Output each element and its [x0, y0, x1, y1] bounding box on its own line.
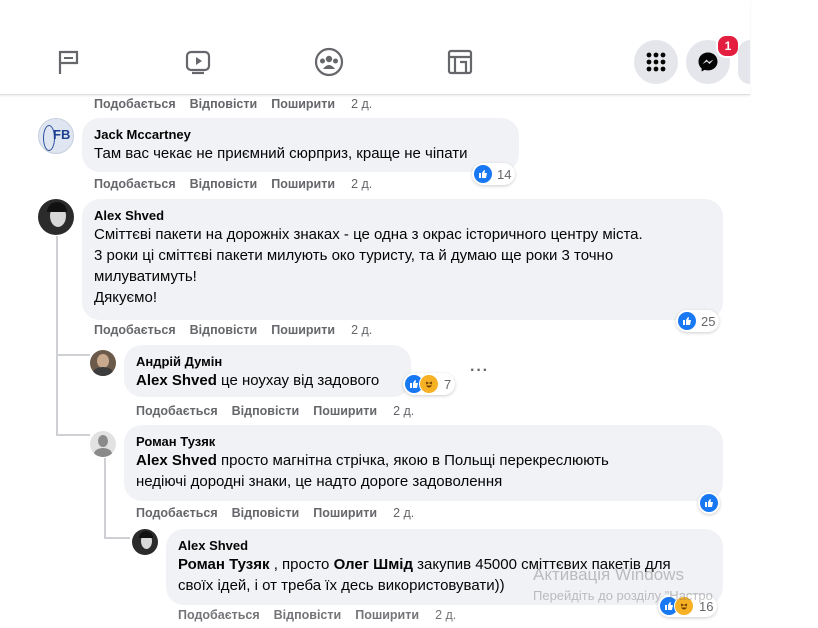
windows-activation-watermark-title: Активація Windows: [533, 565, 684, 584]
mention-link[interactable]: Alex Shved: [136, 452, 217, 469]
messenger-icon: [698, 52, 718, 72]
reaction-summary[interactable]: 7: [403, 373, 456, 395]
timestamp[interactable]: 2 д.: [393, 404, 414, 418]
comment-text: просто магнітна стрічка, якою в Польщі п…: [216, 452, 609, 469]
reaction-count: 25: [701, 313, 716, 329]
groups-icon[interactable]: [311, 44, 347, 80]
share-link[interactable]: Поширити: [355, 608, 419, 622]
comment-author[interactable]: Роман Тузяк: [136, 433, 711, 450]
account-button[interactable]: [738, 40, 750, 84]
reaction-count: 14: [497, 166, 512, 182]
like-reaction-icon: [700, 494, 718, 512]
thread-line: [104, 537, 130, 539]
like-link[interactable]: Подобається: [94, 97, 176, 111]
share-link[interactable]: Поширити: [271, 323, 335, 337]
comment-text-line: недіючі дородні знаки, це надто дороге з…: [136, 473, 503, 490]
timestamp[interactable]: 2 д.: [351, 323, 372, 337]
avatar[interactable]: [90, 350, 116, 376]
comment-text: , просто: [269, 556, 334, 573]
comment-actions: Подобається Відповісти Поширити 2 д.: [178, 608, 470, 622]
share-link[interactable]: Поширити: [313, 404, 377, 418]
reaction-count: 7: [444, 376, 452, 392]
like-link[interactable]: Подобається: [136, 506, 218, 520]
timestamp[interactable]: 2 д.: [351, 177, 372, 191]
like-link[interactable]: Подобається: [136, 404, 218, 418]
messenger-button[interactable]: 1: [686, 34, 740, 84]
comment-bubble: Роман Тузяк Alex Shved просто магнітна с…: [124, 425, 723, 501]
comment-author[interactable]: Jack Mccartney: [94, 126, 507, 143]
flag-icon[interactable]: [50, 44, 86, 80]
like-link[interactable]: Подобається: [94, 177, 176, 191]
reply-link[interactable]: Відповісти: [232, 404, 300, 418]
avatar[interactable]: [38, 199, 74, 235]
like-reaction-icon: [678, 312, 696, 330]
comment-bubble: Alex Shved Сміттєві пакети на дорожніх з…: [82, 199, 723, 320]
menu-grid-button[interactable]: [634, 40, 678, 84]
thread-line: [56, 434, 90, 436]
comment-actions: Подобається Відповісти Поширити 2 д.: [94, 97, 386, 111]
share-link[interactable]: Поширити: [271, 97, 335, 111]
reaction-summary[interactable]: 14: [472, 163, 516, 185]
reply-link[interactable]: Відповісти: [190, 97, 258, 111]
reply-link[interactable]: Відповісти: [232, 506, 300, 520]
reply-link[interactable]: Відповісти: [274, 608, 342, 622]
comment-actions: Подобається Відповісти Поширити 2 д.: [136, 404, 428, 418]
reaction-summary[interactable]: 25: [676, 310, 720, 332]
avatar[interactable]: [90, 431, 116, 457]
comment-author[interactable]: Alex Shved: [178, 537, 711, 554]
video-play-icon[interactable]: [180, 44, 216, 80]
mention-link[interactable]: Олег Шмід: [334, 556, 413, 573]
share-link[interactable]: Поширити: [313, 506, 377, 520]
timestamp[interactable]: 2 д.: [351, 97, 372, 111]
like-link[interactable]: Подобається: [178, 608, 260, 622]
comment-text: Там вас чекає не приємний сюрприз, краще…: [94, 145, 468, 162]
comment-actions: Подобається Відповісти Поширити 2 д.: [136, 506, 428, 520]
avatar[interactable]: [132, 529, 158, 555]
gaming-icon[interactable]: [442, 44, 478, 80]
like-link[interactable]: Подобається: [94, 323, 176, 337]
comment-bubble: Андрій Думін Alex Shved це ноухау від за…: [124, 345, 411, 397]
timestamp[interactable]: 2 д.: [393, 506, 414, 520]
thread-line: [56, 236, 58, 436]
comment-actions: Подобається Відповісти Поширити 2 д.: [94, 177, 386, 191]
top-navigation-bar: 1: [0, 0, 750, 95]
comment-text: це ноухау від задового: [216, 372, 380, 389]
reply-link[interactable]: Відповісти: [190, 177, 258, 191]
comment-bubble: Jack Mccartney Там вас чекає не приємний…: [82, 118, 519, 172]
more-options-button[interactable]: ···: [470, 362, 489, 380]
comment-actions: Подобається Відповісти Поширити 2 д.: [94, 323, 386, 337]
like-reaction-icon: [474, 165, 492, 183]
windows-activation-watermark-subtitle: Перейдіть до розділу "Настро: [533, 588, 713, 603]
avatar-logo-text: FB: [53, 127, 71, 142]
timestamp[interactable]: 2 д.: [435, 608, 456, 622]
haha-reaction-icon: [419, 374, 439, 394]
comment-author[interactable]: Андрій Думін: [136, 353, 399, 370]
thread-line: [104, 458, 106, 538]
reaction-summary[interactable]: [698, 492, 720, 514]
share-link[interactable]: Поширити: [271, 177, 335, 191]
comment-text-line: Дякуємо!: [94, 289, 157, 306]
avatar[interactable]: FB: [38, 118, 74, 154]
comment-author[interactable]: Alex Shved: [94, 207, 711, 224]
comment-text-line: милуватимуть!: [94, 268, 197, 285]
grid-icon: [646, 52, 666, 72]
mention-link[interactable]: Alex Shved: [136, 372, 217, 389]
comment-text-line: 3 роки ці сміттєві пакети милують око ту…: [94, 247, 614, 264]
thread-line: [56, 354, 90, 356]
reply-link[interactable]: Відповісти: [190, 323, 258, 337]
notification-badge: 1: [716, 34, 740, 58]
mention-link[interactable]: Роман Тузяк: [178, 556, 270, 573]
comment-text-line: Сміттєві пакети на дорожніх знаках - це …: [94, 226, 643, 243]
